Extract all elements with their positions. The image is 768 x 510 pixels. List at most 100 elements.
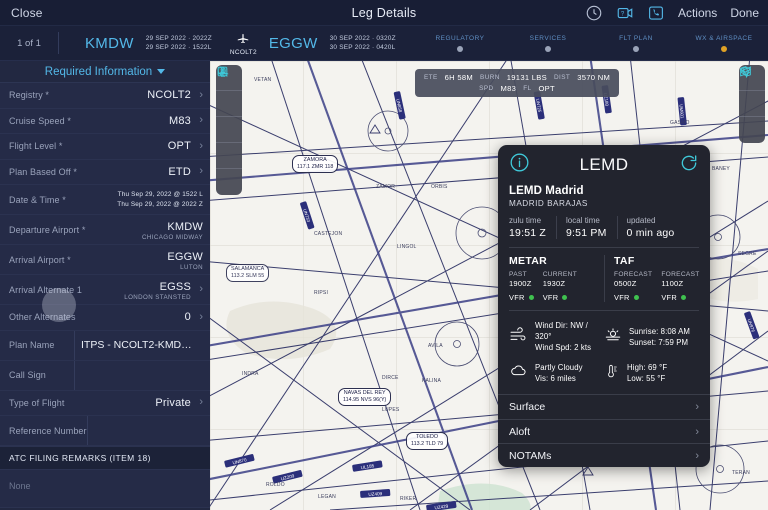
measure-icon[interactable] bbox=[216, 66, 242, 169]
field-label: Call Sign bbox=[9, 370, 46, 380]
waypoint-label[interactable]: AVILA bbox=[428, 343, 443, 349]
navaid-name: SALAMANCA bbox=[231, 266, 265, 272]
time-label: updated bbox=[626, 216, 656, 225]
field-date-time[interactable]: Date & Time * Thu Sep 29, 2022 @ 1522 L … bbox=[0, 185, 210, 215]
departure-airport-code[interactable]: KMDW bbox=[85, 35, 134, 52]
tab-services[interactable]: SERVICES bbox=[504, 26, 592, 60]
popup-menu-list: Surface › Aloft › NOTAMs › FBOs › bbox=[498, 394, 710, 467]
menu-item-aloft[interactable]: Aloft › bbox=[498, 418, 710, 444]
navaid-label-toledo[interactable]: TOLEDO 113.2 TLD 79 bbox=[406, 432, 449, 451]
video-brief-icon[interactable]: ? bbox=[616, 4, 634, 22]
waypoint-label[interactable]: LEGAN bbox=[318, 494, 336, 500]
burn-label: BURN bbox=[480, 74, 500, 81]
waypoint-label[interactable]: LUPES bbox=[382, 407, 399, 413]
field-label: Type of Flight bbox=[9, 397, 65, 408]
waypoint-label[interactable]: ZAMOR bbox=[376, 184, 395, 190]
arrival-times: 30 SEP 2022 · 0320Z 30 SEP 2022 · 0420L bbox=[330, 34, 396, 53]
phone-contact-icon[interactable] bbox=[647, 4, 665, 22]
aircraft-icon[interactable] bbox=[216, 67, 242, 143]
metar-key: CURRENT bbox=[542, 271, 578, 278]
sidebar-section-header[interactable]: Required Information bbox=[0, 61, 210, 83]
waypoint-label[interactable]: RIPSI bbox=[314, 290, 328, 296]
ete-label: ETE bbox=[424, 74, 438, 81]
layers-icon[interactable] bbox=[739, 66, 765, 117]
route-compass-icon[interactable] bbox=[216, 66, 242, 117]
waypoint-label[interactable]: RIKER bbox=[400, 496, 416, 502]
departure-times: 29 SEP 2022 · 2022Z 29 SEP 2022 · 1522L bbox=[146, 34, 212, 53]
aircraft-registration: NCOLT2 bbox=[229, 48, 257, 56]
time-value: 9:51 PM bbox=[566, 227, 607, 239]
navigate-arrow-icon[interactable] bbox=[739, 66, 765, 143]
waypoint-label[interactable]: VETAN bbox=[254, 77, 271, 83]
navaid-label-salamanca[interactable]: SALAMANCA 113.2 SLM 55 bbox=[226, 264, 270, 283]
taf-forecast-1[interactable]: FORECAST 0500Z VFR bbox=[614, 271, 652, 302]
plan-name-input[interactable]: ITPS - NCOLT2-KMDW-... bbox=[81, 339, 197, 351]
thermometer-icon bbox=[604, 363, 620, 384]
actions-button[interactable]: Actions bbox=[678, 6, 717, 20]
waypoint-label[interactable]: KALINA bbox=[422, 378, 441, 384]
waypoint-label[interactable]: ROLDO bbox=[266, 482, 285, 488]
field-value: KMDW bbox=[167, 220, 203, 233]
tab-regulatory[interactable]: REGULATORY bbox=[416, 26, 504, 60]
done-button[interactable]: Done bbox=[730, 6, 759, 20]
field-plan-name[interactable]: Plan Name ITPS - NCOLT2-KMDW-... bbox=[0, 330, 210, 361]
taf-key: FORECAST bbox=[661, 271, 700, 278]
atc-remarks-textarea[interactable]: None bbox=[0, 470, 210, 508]
field-value: EGSS bbox=[159, 280, 191, 293]
field-registry[interactable]: Registry * NCOLT2 › bbox=[0, 83, 210, 109]
low-temp: Low: 55 °F bbox=[627, 374, 666, 384]
visibility: Vis: 6 miles bbox=[535, 374, 576, 384]
tab-wx-airspace[interactable]: WX & AIRSPACE bbox=[680, 26, 768, 60]
chevron-down-icon bbox=[157, 69, 166, 74]
navaid-label-navas-del-rey[interactable]: NAVAS DEL REY 114.95 NVS 96(Y) bbox=[338, 388, 392, 407]
time-value: 19:51 Z bbox=[509, 227, 547, 239]
list-icon[interactable] bbox=[216, 66, 242, 195]
fl-value: OPT bbox=[538, 84, 555, 93]
field-label: Registry * bbox=[9, 90, 50, 101]
field-arrival-alternate-1[interactable]: Arrival Alternate 1 EGSS LONDON STANSTED… bbox=[0, 275, 210, 305]
section-title: ATC FILING REMARKS (ITEM 18) bbox=[9, 453, 151, 463]
field-departure-airport[interactable]: Departure Airport * KMDW CHICAGO MIDWAY bbox=[0, 215, 210, 245]
flight-rule-dot bbox=[562, 295, 568, 300]
waypoint-label[interactable]: DIRCE bbox=[382, 375, 399, 381]
arrival-airport-code[interactable]: EGGW bbox=[269, 35, 318, 52]
menu-item-notams[interactable]: NOTAMs › bbox=[498, 443, 710, 467]
field-reference-number[interactable]: Reference Number bbox=[0, 416, 210, 446]
field-other-alternates[interactable]: Other Alternates 0 › bbox=[0, 305, 210, 331]
waypoint-label[interactable]: TERAN bbox=[732, 470, 750, 476]
navaid-label-zamora[interactable]: ZAMORA 117.1 ZMR 118 bbox=[292, 155, 339, 174]
menu-item-surface[interactable]: Surface › bbox=[498, 394, 710, 419]
field-subvalue: LUTON bbox=[180, 264, 203, 272]
airport-info-popup: LEMD LEMD Madrid MADRID BARAJAS zulu tim… bbox=[498, 145, 710, 467]
navaid-frequency: 114.95 NVS 96(Y) bbox=[343, 397, 387, 404]
waypoint-label[interactable]: BANEY bbox=[712, 166, 730, 172]
taf-forecast-2[interactable]: FORECAST 1100Z VFR bbox=[661, 271, 699, 302]
field-arrival-airport[interactable]: Arrival Airport * EGGW LUTON bbox=[0, 245, 210, 275]
navaid-name: NAVAS DEL REY bbox=[343, 390, 386, 396]
field-flight-level[interactable]: Flight Level * OPT › bbox=[0, 134, 210, 160]
wind-speed: Wind Spd: 2 kts bbox=[535, 343, 592, 353]
waypoint-label[interactable]: INDRA bbox=[242, 371, 259, 377]
field-type-of-flight[interactable]: Type of Flight Private › bbox=[0, 390, 210, 416]
fl-label: FL bbox=[523, 85, 532, 92]
waypoint-label[interactable]: CASTEJON bbox=[314, 231, 342, 237]
field-value: NCOLT2 bbox=[147, 89, 191, 102]
waypoint-label[interactable]: SEGRE bbox=[738, 251, 757, 257]
top-header-bar: Close Leg Details ? Actions Done bbox=[0, 0, 768, 26]
flight-rule: VFR bbox=[661, 293, 677, 302]
spd-value: M83 bbox=[500, 84, 517, 93]
history-clock-icon[interactable] bbox=[585, 4, 603, 22]
waypoint-label[interactable]: ORBIS bbox=[431, 184, 448, 190]
metar-past[interactable]: PAST 1900Z VFR bbox=[509, 271, 534, 302]
field-plan-based-off[interactable]: Plan Based Off * ETD › bbox=[0, 159, 210, 185]
svg-text:?: ? bbox=[621, 11, 625, 17]
field-cruise-speed[interactable]: Cruise Speed * M83 › bbox=[0, 108, 210, 134]
taf-time: 1100Z bbox=[661, 279, 684, 288]
field-label: Cruise Speed * bbox=[9, 115, 71, 126]
waypoint-label[interactable]: GASMO bbox=[670, 120, 690, 126]
tab-flt-plan[interactable]: FLT PLAN bbox=[592, 26, 680, 60]
metar-current[interactable]: CURRENT 1930Z VFR bbox=[543, 271, 577, 302]
airport-subtitle: MADRID BARAJAS bbox=[509, 199, 588, 208]
field-call-sign[interactable]: Call Sign bbox=[0, 360, 210, 391]
waypoint-label[interactable]: LINGOL bbox=[397, 244, 417, 250]
